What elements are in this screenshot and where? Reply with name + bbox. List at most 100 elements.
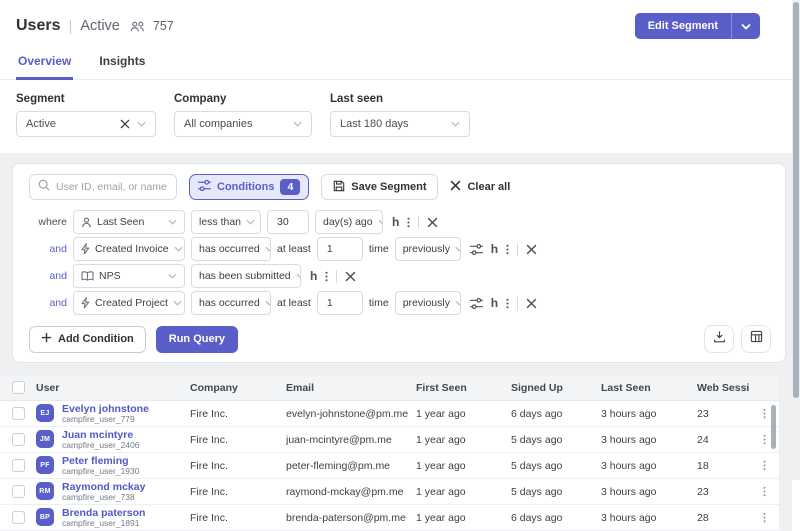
edit-segment-split-button: Edit Segment	[635, 13, 760, 39]
condition-row-actions: h	[310, 270, 356, 283]
history-icon[interactable]: h	[491, 297, 498, 309]
row-checkbox[interactable]	[12, 511, 25, 524]
column-header-user[interactable]: User	[36, 382, 59, 394]
condition-value-input[interactable]	[317, 291, 363, 315]
remove-condition-icon[interactable]	[427, 217, 438, 228]
avatar: RM	[36, 482, 54, 500]
table-scrollbar[interactable]	[771, 405, 776, 449]
condition-timeframe-select[interactable]: previously	[395, 237, 461, 261]
filter-company: Company All companies	[174, 93, 312, 137]
kebab-menu-icon[interactable]	[325, 270, 328, 283]
conditions-count-badge: 4	[280, 179, 300, 195]
condition-operator-select[interactable]: has been submitted	[191, 264, 301, 288]
cell-email: brenda-paterson@pm.me	[286, 512, 416, 524]
query-builder-footer: Add Condition Run Query	[13, 318, 785, 353]
edit-segment-button[interactable]: Edit Segment	[635, 13, 731, 39]
filter-company-select[interactable]: All companies	[174, 111, 312, 137]
row-kebab-menu-icon[interactable]	[763, 485, 766, 498]
condition-field-select[interactable]: Created Invoice	[73, 237, 185, 261]
filter-segment-select[interactable]: Active	[16, 111, 156, 137]
kebab-menu-icon[interactable]	[506, 297, 509, 310]
condition-operator-value: less than	[199, 216, 241, 228]
kebab-menu-icon[interactable]	[407, 216, 410, 229]
condition-row-actions: h	[470, 243, 537, 256]
history-icon[interactable]: h	[310, 270, 317, 282]
user-name-link[interactable]: Brenda paterson	[62, 507, 145, 519]
save-segment-button[interactable]: Save Segment	[321, 174, 438, 200]
condition-operator-select[interactable]: less than	[191, 210, 261, 234]
sliders-icon[interactable]	[470, 244, 483, 255]
history-icon[interactable]: h	[491, 243, 498, 255]
page-header: Users | Active 757 Edit Segment	[0, 0, 792, 39]
select-all-checkbox[interactable]	[12, 381, 25, 394]
condition-row: and NPS has been submitted h	[13, 264, 785, 288]
condition-value-input[interactable]	[267, 210, 309, 234]
user-name-link[interactable]: Peter fleming	[62, 455, 140, 467]
remove-condition-icon[interactable]	[526, 244, 537, 255]
cell-first-seen: 1 year ago	[416, 460, 511, 472]
divider	[517, 243, 518, 256]
sliders-icon[interactable]	[470, 298, 483, 309]
tab-insights[interactable]: Insights	[97, 54, 147, 79]
cell-last-seen: 3 hours ago	[601, 512, 689, 524]
conditions-button[interactable]: Conditions 4	[189, 174, 309, 200]
condition-field-select[interactable]: NPS	[73, 264, 185, 288]
cell-last-seen: 3 hours ago	[601, 434, 689, 446]
clear-all-button[interactable]: Clear all	[450, 180, 510, 194]
column-header-company[interactable]: Company	[190, 382, 286, 394]
condition-operator-value: has occurred	[199, 243, 260, 255]
tab-overview[interactable]: Overview	[16, 54, 73, 80]
clear-segment-icon[interactable]	[120, 119, 130, 129]
table-row[interactable]: RM Raymond mckay campfire_user_738 Fire …	[0, 479, 779, 505]
row-kebab-menu-icon[interactable]	[763, 511, 766, 524]
row-checkbox[interactable]	[12, 459, 25, 472]
column-header-signed-up[interactable]: Signed Up	[511, 382, 601, 394]
table-row[interactable]: BP Brenda paterson campfire_user_1891 Fi…	[0, 505, 779, 531]
column-header-email[interactable]: Email	[286, 382, 416, 394]
condition-timeframe-select[interactable]: previously	[395, 291, 461, 315]
event-lightning-icon	[81, 297, 90, 309]
kebab-menu-icon[interactable]	[506, 243, 509, 256]
condition-operator-select[interactable]: has occurred	[191, 291, 271, 315]
table-row[interactable]: PF Peter fleming campfire_user_1930 Fire…	[0, 453, 779, 479]
table-row[interactable]: EJ Evelyn johnstone campfire_user_779 Fi…	[0, 401, 779, 427]
user-search-input[interactable]	[56, 181, 168, 193]
table-row[interactable]: JM Juan mcintyre campfire_user_2406 Fire…	[0, 427, 779, 453]
user-name-link[interactable]: Raymond mckay	[62, 481, 145, 493]
row-checkbox[interactable]	[12, 485, 25, 498]
user-name-link[interactable]: Evelyn johnstone	[62, 403, 149, 415]
remove-condition-icon[interactable]	[345, 271, 356, 282]
row-checkbox[interactable]	[12, 407, 25, 420]
row-kebab-menu-icon[interactable]	[763, 433, 766, 446]
column-header-web-sessions[interactable]: Web Sessions	[689, 382, 749, 394]
export-button[interactable]	[704, 325, 734, 353]
filter-last-seen: Last seen Last 180 days	[330, 93, 470, 137]
condition-field-select[interactable]: Last Seen	[73, 210, 185, 234]
cell-web-sessions: 23	[689, 486, 749, 498]
page-scrollbar[interactable]	[793, 2, 799, 398]
row-checkbox[interactable]	[12, 433, 25, 446]
filter-last-seen-select[interactable]: Last 180 days	[330, 111, 470, 137]
query-builder-toolbar: Conditions 4 Save Segment Clear all	[13, 174, 785, 200]
user-username: campfire_user_1930	[62, 467, 140, 477]
edit-segment-dropdown-button[interactable]	[732, 13, 760, 39]
condition-row: and Created Project has occurred at leas…	[13, 291, 785, 315]
row-kebab-menu-icon[interactable]	[763, 407, 766, 420]
chevron-down-icon	[265, 246, 271, 252]
user-name-link[interactable]: Juan mcintyre	[62, 429, 140, 441]
remove-condition-icon[interactable]	[526, 298, 537, 309]
users-table: User Company Email First Seen Signed Up …	[0, 375, 779, 531]
condition-field-select[interactable]: Created Project	[73, 291, 185, 315]
condition-operator-select[interactable]: has occurred	[191, 237, 271, 261]
columns-button[interactable]	[741, 325, 771, 353]
unit-label: time	[369, 297, 389, 309]
condition-unit-select[interactable]: day(s) ago	[315, 210, 383, 234]
column-header-last-seen[interactable]: Last Seen	[601, 382, 689, 394]
add-condition-button[interactable]: Add Condition	[29, 326, 146, 353]
run-query-button[interactable]: Run Query	[156, 326, 238, 353]
column-header-first-seen[interactable]: First Seen	[416, 382, 511, 394]
cell-signed-up: 5 days ago	[511, 434, 601, 446]
row-kebab-menu-icon[interactable]	[763, 459, 766, 472]
history-icon[interactable]: h	[392, 216, 399, 228]
condition-value-input[interactable]	[317, 237, 363, 261]
